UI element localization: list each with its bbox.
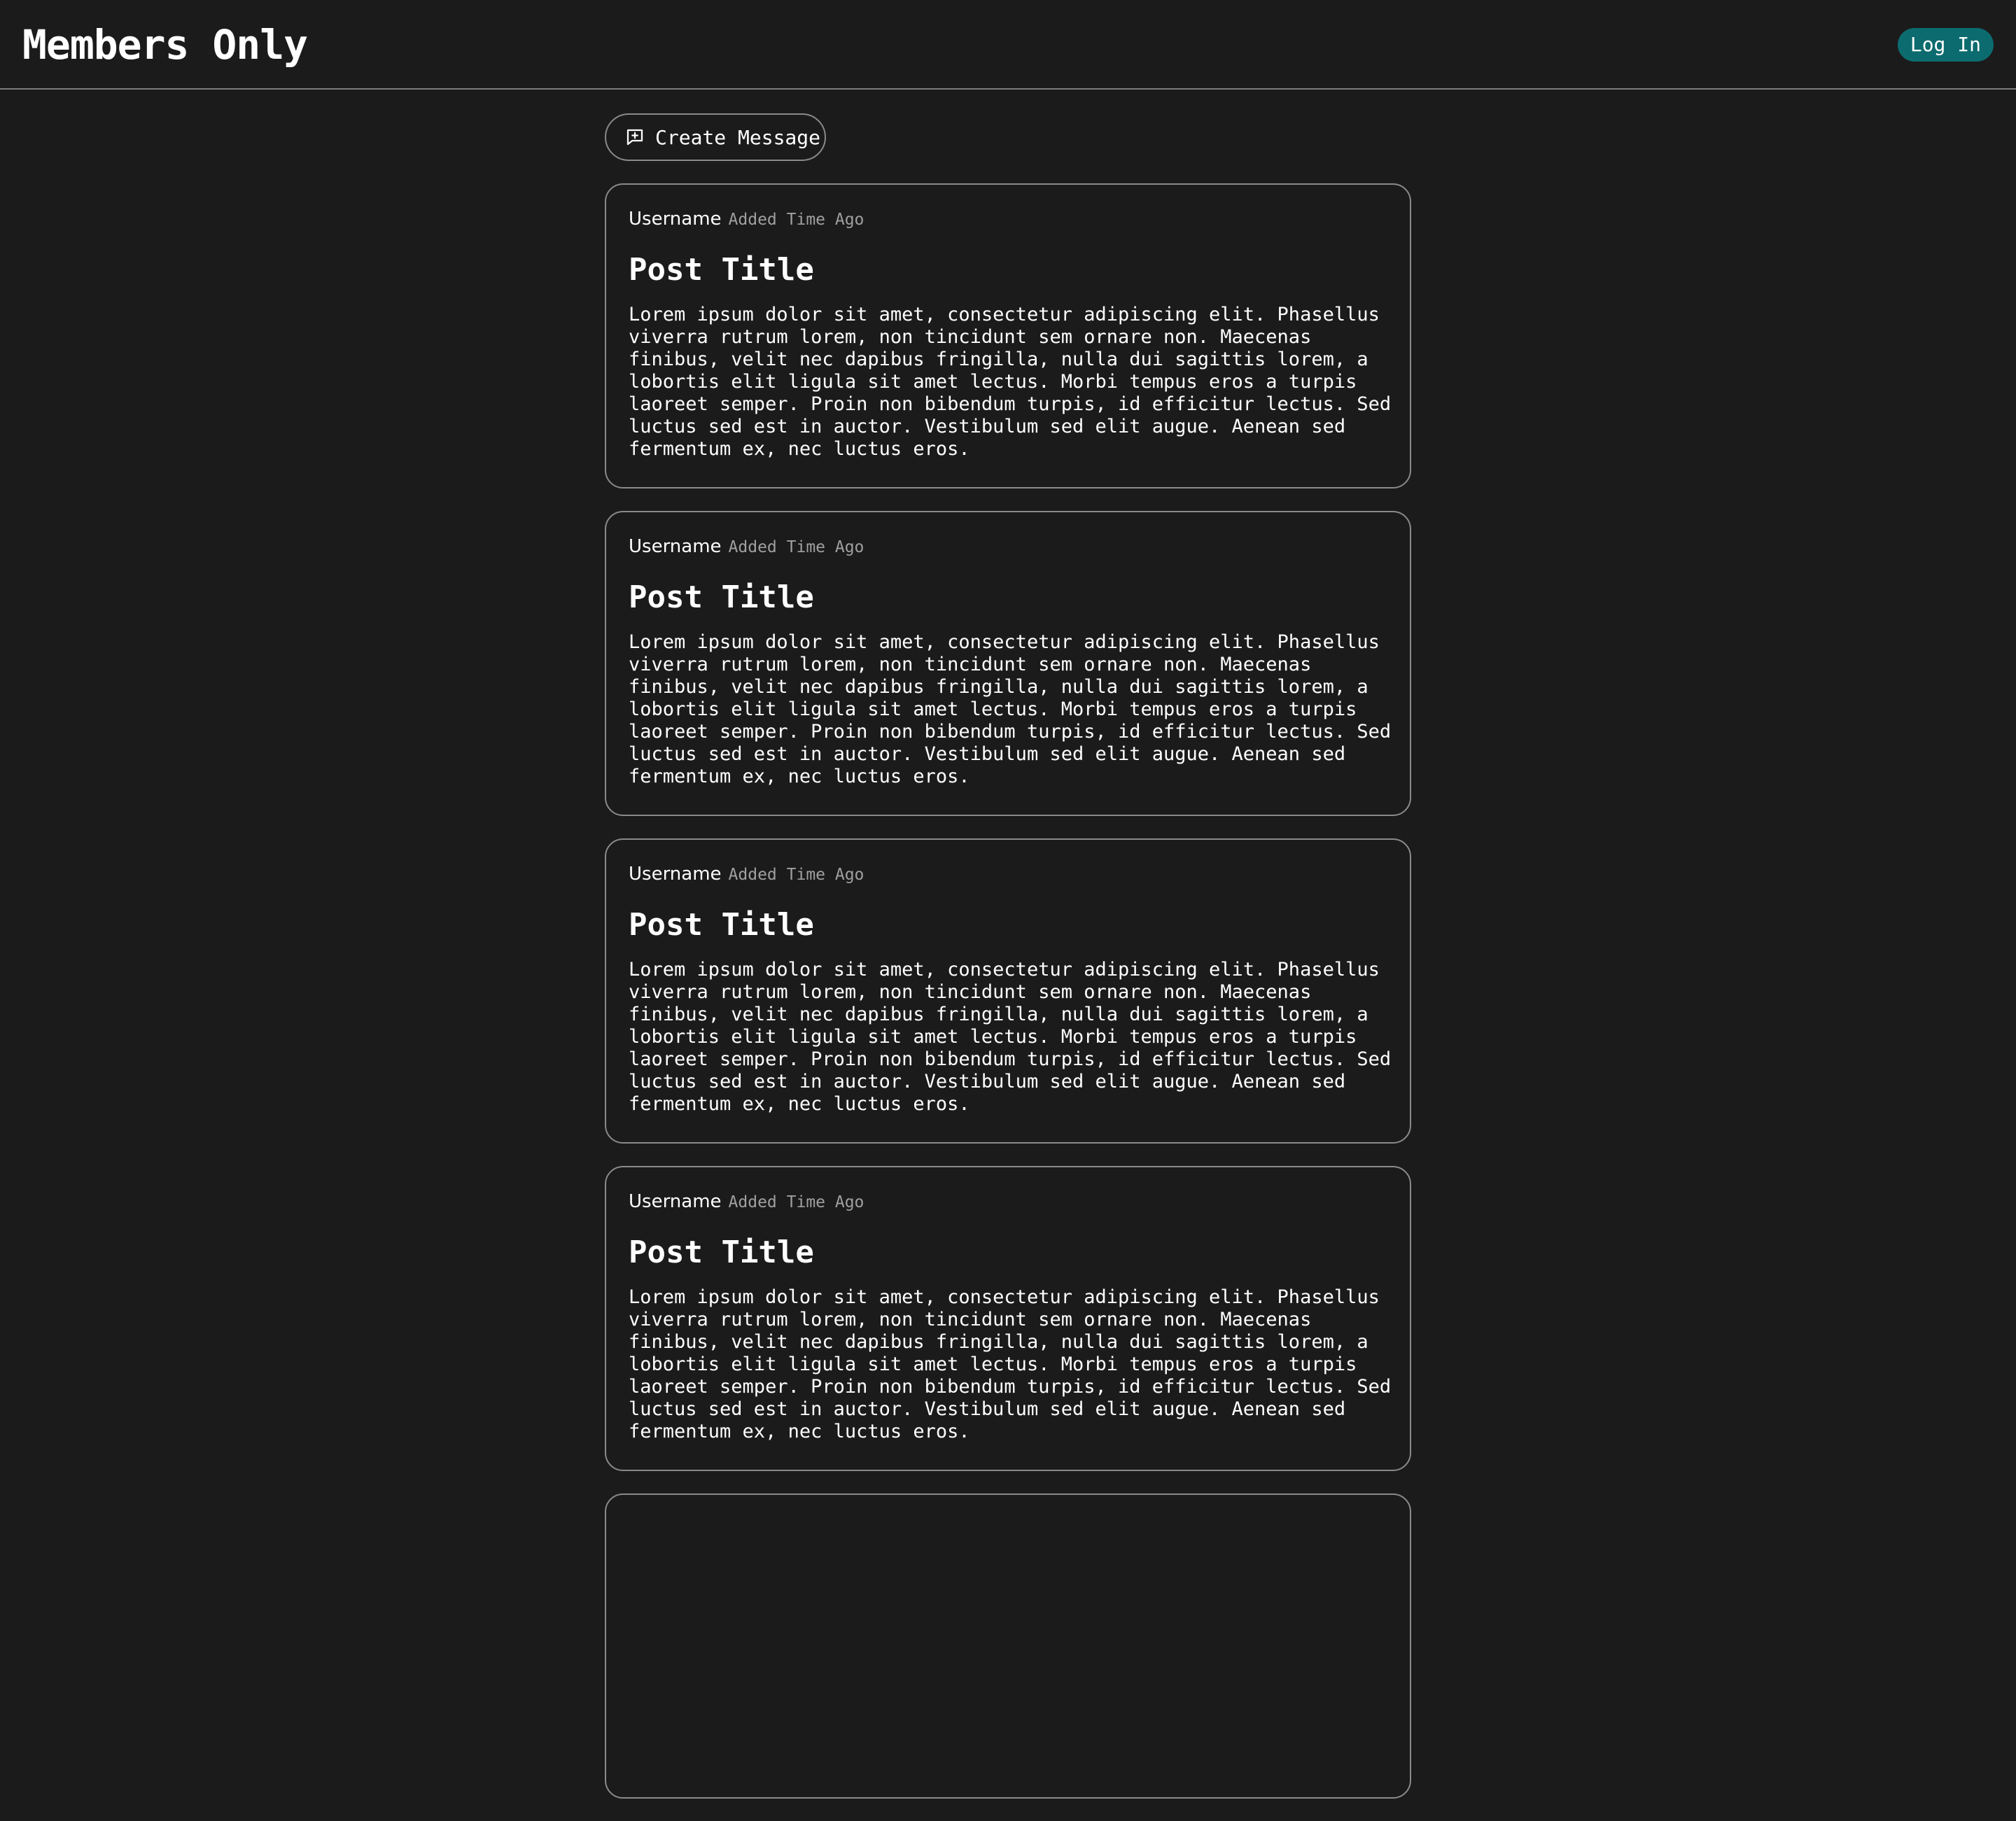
post-username: Username [629, 536, 722, 557]
post-username: Username [629, 864, 722, 885]
post-meta: Username Added Time Ago [629, 207, 1387, 231]
post-title: Post Title [629, 252, 814, 288]
post-timestamp: Added Time Ago [728, 866, 864, 884]
post-title: Post Title [629, 579, 814, 615]
post-body: Lorem ipsum dolor sit amet, consectetur … [629, 304, 1392, 460]
post-card-partial [605, 1493, 1411, 1799]
post-meta: Username Added Time Ago [629, 1190, 1387, 1214]
post-meta: Username Added Time Ago [629, 535, 1387, 558]
message-plus-icon [626, 129, 643, 146]
message-feed: Username Added Time Ago Post Title Lorem … [605, 183, 1411, 1821]
post-body: Lorem ipsum dolor sit amet, consectetur … [629, 631, 1392, 787]
post-title: Post Title [629, 907, 814, 943]
post-card: Username Added Time Ago Post Title Lorem … [605, 838, 1411, 1144]
post-body: Lorem ipsum dolor sit amet, consectetur … [629, 1286, 1392, 1442]
create-message-button[interactable]: Create Message [605, 113, 826, 161]
post-timestamp: Added Time Ago [728, 1193, 864, 1211]
post-card: Username Added Time Ago Post Title Lorem … [605, 1166, 1411, 1471]
login-button[interactable]: Log In [1897, 28, 1994, 62]
post-title: Post Title [629, 1235, 814, 1270]
site-title[interactable]: Members Only [22, 20, 308, 70]
top-nav-bar: Members Only Log In [0, 0, 2016, 90]
post-timestamp: Added Time Ago [728, 211, 864, 229]
post-card: Username Added Time Ago Post Title Lorem … [605, 183, 1411, 488]
post-username: Username [629, 209, 722, 230]
post-username: Username [629, 1191, 722, 1212]
post-card: Username Added Time Ago Post Title Lorem … [605, 511, 1411, 816]
post-meta [629, 1517, 1387, 1541]
post-timestamp: Added Time Ago [728, 538, 864, 556]
post-body: Lorem ipsum dolor sit amet, consectetur … [629, 959, 1392, 1115]
post-meta: Username Added Time Ago [629, 862, 1387, 886]
create-message-label: Create Message [655, 125, 821, 149]
